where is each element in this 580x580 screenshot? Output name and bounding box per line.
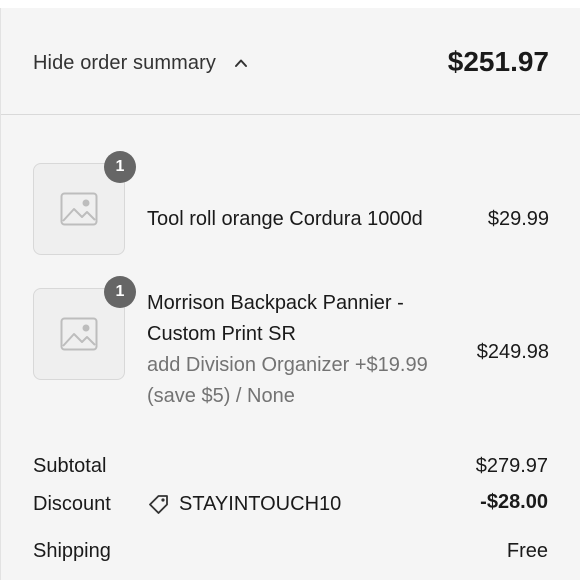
item-price: $29.99: [487, 208, 549, 230]
discount-label: Discount: [33, 493, 111, 515]
item-price: $249.98: [476, 341, 549, 363]
order-summary-panel: Hide order summary $251.97 1 Tool roll o…: [0, 8, 580, 580]
item-variant-line-2: (save $5) / None: [147, 385, 295, 407]
item-name: Tool roll orange Cordura 1000d: [147, 208, 423, 230]
image-placeholder-icon: [60, 192, 98, 226]
order-summary-toggle[interactable]: Hide order summary $251.97: [1, 8, 580, 115]
order-summary-toggle-label[interactable]: Hide order summary: [33, 52, 216, 75]
chevron-up-icon[interactable]: [234, 56, 248, 70]
quantity-badge: 1: [104, 151, 136, 183]
shipping-value: Free: [506, 540, 548, 562]
subtotal-label: Subtotal: [33, 455, 107, 477]
discount-code: STAYINTOUCH10: [179, 493, 342, 515]
item-name-line-2: Custom Print SR: [147, 323, 296, 345]
quantity-badge: 1: [104, 276, 136, 308]
item-variant-line-1: add Division Organizer +$19.99: [147, 354, 428, 376]
item-name-line-1: Morrison Backpack Pannier -: [147, 292, 404, 314]
order-total: $251.97: [447, 46, 549, 77]
subtotal-value: $279.97: [475, 455, 548, 477]
tag-icon: [149, 495, 168, 514]
shipping-label: Shipping: [33, 540, 111, 562]
discount-value: -$28.00: [480, 491, 548, 513]
image-placeholder-icon: [60, 317, 98, 351]
